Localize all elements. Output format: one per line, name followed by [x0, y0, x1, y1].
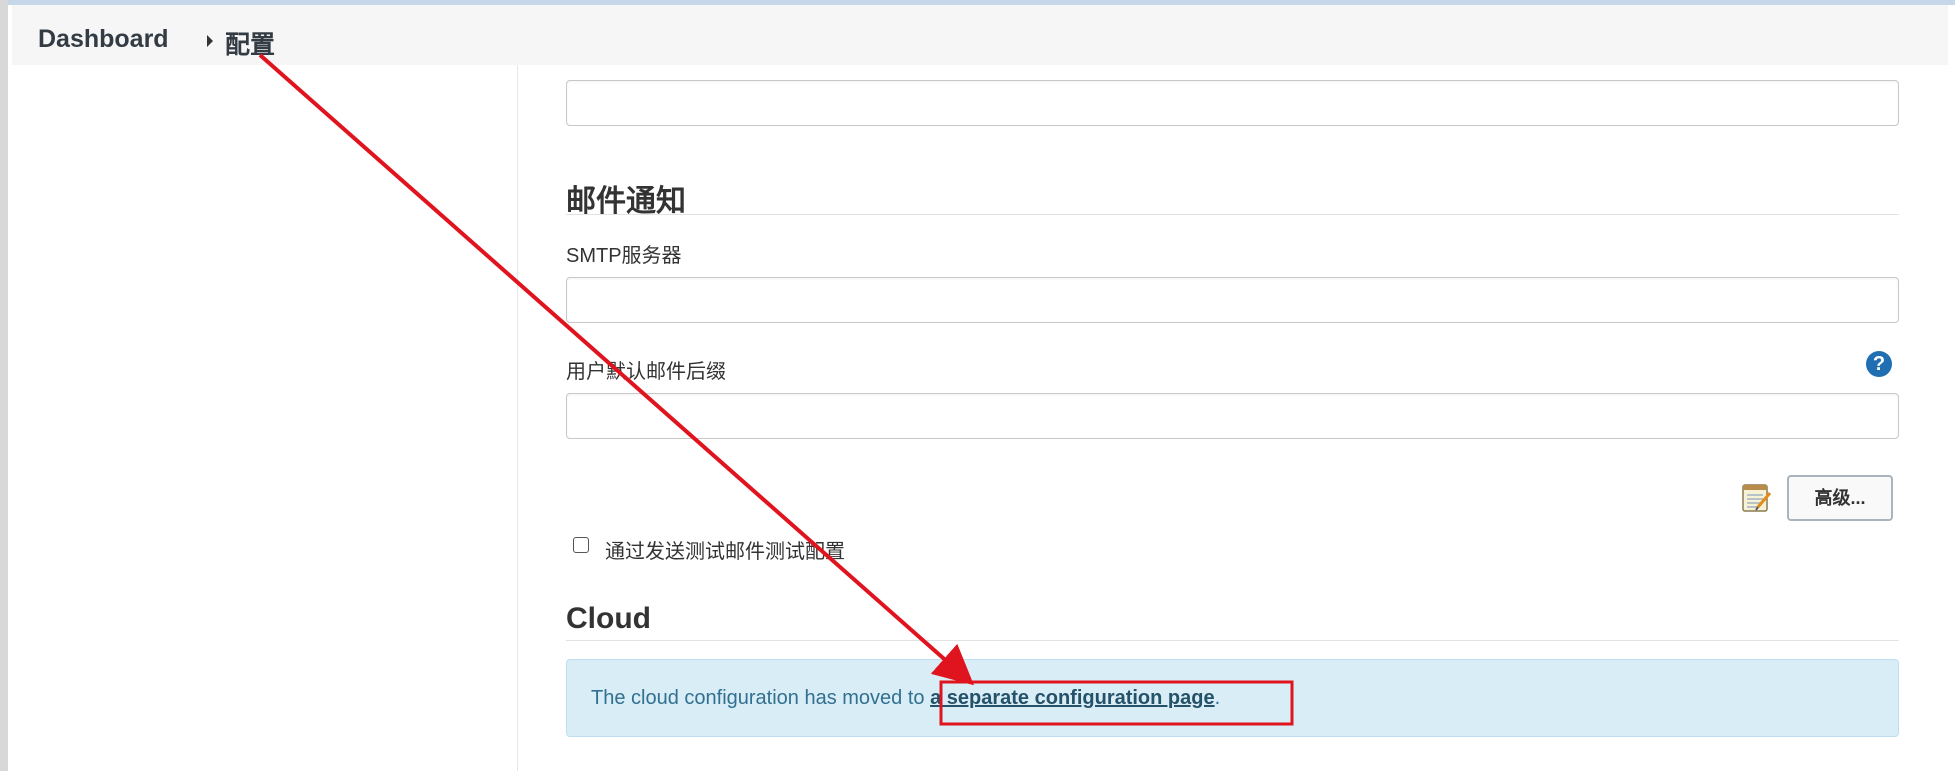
cloud-message-suffix: . — [1214, 687, 1221, 709]
cloud-moved-alert: The cloud configuration has moved to a s… — [566, 659, 1899, 737]
cloud-message-prefix: The cloud configuration has moved to — [591, 687, 931, 709]
test-email-checkbox[interactable] — [573, 537, 589, 553]
test-email-checkbox-label[interactable]: 通过发送测试邮件测试配置 — [605, 535, 845, 564]
chevron-right-icon — [207, 35, 213, 47]
smtp-server-input[interactable] — [566, 277, 1899, 323]
sidebar-divider — [517, 65, 518, 771]
left-border — [0, 0, 8, 771]
smtp-server-label: SMTP服务器 — [566, 245, 682, 267]
breadcrumb-dashboard-link[interactable]: Dashboard — [38, 25, 169, 54]
previous-field-input[interactable] — [566, 80, 1899, 126]
cloud-section-title: Cloud — [566, 602, 651, 635]
default-suffix-label: 用户默认邮件后缀 — [566, 361, 726, 383]
advanced-button[interactable]: 高级... — [1787, 475, 1893, 521]
cloud-section-divider — [566, 640, 1899, 641]
breadcrumb: Dashboard 配置 — [12, 5, 1948, 65]
cloud-config-link[interactable]: a separate configuration page — [930, 687, 1215, 709]
mail-section-divider — [566, 214, 1899, 215]
default-suffix-input[interactable] — [566, 393, 1899, 439]
cloud-moved-message: The cloud configuration has moved to a s… — [591, 687, 1220, 710]
breadcrumb-current: 配置 — [225, 31, 276, 59]
notepad-icon[interactable] — [1740, 480, 1774, 514]
help-icon[interactable]: ? — [1866, 351, 1892, 377]
